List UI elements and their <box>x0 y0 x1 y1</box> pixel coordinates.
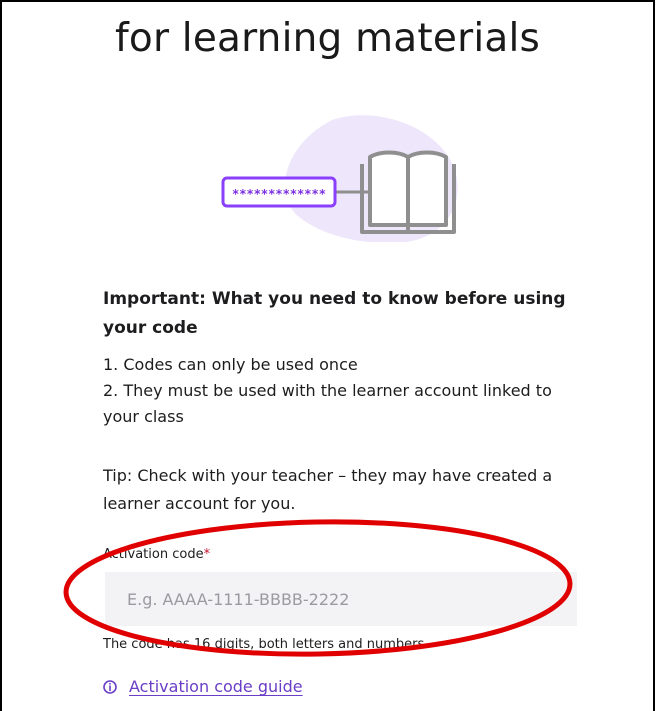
activation-code-input[interactable] <box>105 572 577 626</box>
code-format-hint: The code has 16 digits, both letters and… <box>103 637 425 652</box>
important-heading: Important: What you need to know before … <box>103 289 566 338</box>
book-icon <box>360 150 456 234</box>
activation-code-guide-link[interactable]: Activation code guide <box>103 677 303 696</box>
rule-item: 1. Codes can only be used once <box>103 355 358 374</box>
rule-item: 2. They must be used with the learner ac… <box>103 381 552 426</box>
code-book-illustration: ************* <box>221 115 458 242</box>
code-rules-list: 1. Codes can only be used once 2. They m… <box>103 352 573 430</box>
page-title: for learning materials <box>114 16 541 61</box>
activation-code-label-text: Activation code <box>103 547 204 562</box>
activation-code-label: Activation code* <box>103 546 210 564</box>
masked-code-text: ************* <box>232 187 326 201</box>
activation-code-guide-text: Activation code guide <box>129 677 303 696</box>
required-mark: * <box>203 547 211 562</box>
page-frame: for learning materials ************* Imp… <box>0 0 655 711</box>
teacher-tip: Tip: Check with your teacher – they may … <box>103 466 553 513</box>
info-icon <box>103 679 117 694</box>
